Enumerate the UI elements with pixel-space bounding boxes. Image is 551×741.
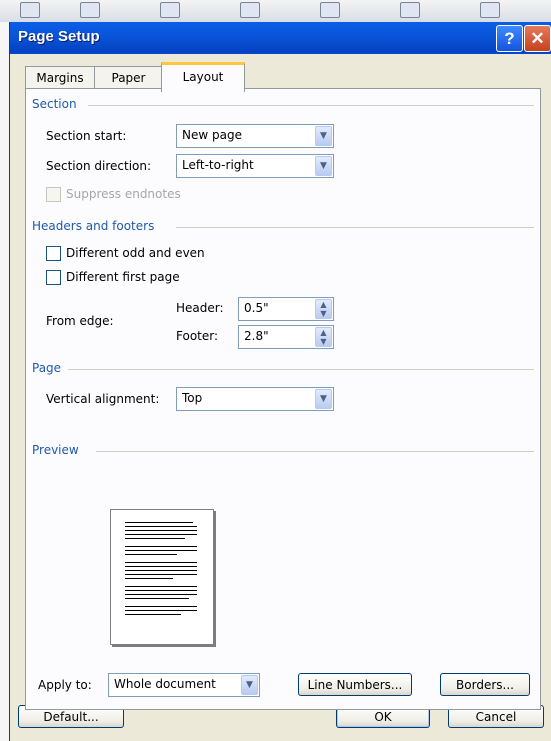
- borders-button[interactable]: Borders...: [440, 673, 530, 696]
- tab-layout[interactable]: Layout: [161, 62, 245, 92]
- suppress-endnotes-checkbox[interactable]: [46, 187, 61, 202]
- vertical-alignment-dropdown[interactable]: Top ▼: [176, 387, 334, 411]
- section-direction-label: Section direction:: [46, 159, 152, 173]
- header-distance-label: Header:: [176, 301, 224, 315]
- section-direction-value: Left-to-right: [182, 158, 254, 172]
- section-start-value: New page: [182, 128, 242, 142]
- line-numbers-button[interactable]: Line Numbers...: [298, 673, 412, 696]
- different-odd-even-checkbox[interactable]: [46, 246, 61, 261]
- help-button[interactable]: ?: [496, 25, 523, 52]
- toolbar-icon[interactable]: [320, 2, 340, 18]
- page-heading: Page: [32, 361, 62, 375]
- header-distance-spinner[interactable]: 0.5" ▲ ▼: [238, 297, 334, 321]
- different-odd-even-label: Different odd and even: [66, 246, 205, 260]
- footer-distance-value: 2.8": [244, 329, 269, 343]
- different-first-page-label: Different first page: [66, 270, 180, 284]
- header-distance-value: 0.5": [244, 301, 269, 315]
- chevron-down-icon[interactable]: ▼: [315, 126, 332, 146]
- divider: [96, 451, 534, 452]
- headers-footers-heading: Headers and footers: [32, 219, 155, 233]
- toolbar-icon[interactable]: [480, 2, 500, 18]
- preview-heading: Preview: [32, 443, 79, 457]
- vertical-alignment-label: Vertical alignment:: [46, 392, 160, 406]
- divider: [88, 105, 534, 106]
- spin-up-down-icon[interactable]: ▲ ▼: [315, 327, 332, 347]
- toolbar-icon[interactable]: [80, 2, 100, 18]
- chevron-down-icon[interactable]: ▼: [315, 156, 332, 176]
- suppress-endnotes-label: Suppress endnotes: [66, 187, 181, 201]
- from-edge-label: From edge:: [46, 314, 114, 328]
- toolbar-icon[interactable]: [20, 2, 40, 18]
- close-button[interactable]: ✕: [524, 25, 551, 52]
- section-direction-dropdown[interactable]: Left-to-right ▼: [176, 154, 334, 178]
- apply-to-dropdown[interactable]: Whole document ▼: [108, 673, 260, 697]
- toolbar-icon[interactable]: [400, 2, 420, 18]
- page-setup-dialog: Page Setup ? ✕ Margins Paper Layout Sect…: [9, 22, 551, 741]
- toolbar-icon[interactable]: [160, 2, 180, 18]
- chevron-down-icon[interactable]: ▼: [241, 675, 258, 695]
- tab-margins[interactable]: Margins: [25, 66, 95, 89]
- vertical-alignment-value: Top: [182, 391, 203, 405]
- dialog-title: Page Setup: [18, 28, 100, 45]
- divider: [176, 227, 534, 228]
- divider: [68, 369, 534, 370]
- spin-up-down-icon[interactable]: ▲ ▼: [315, 299, 332, 319]
- toolbar-icon[interactable]: [240, 2, 260, 18]
- section-start-label: Section start:: [46, 129, 127, 143]
- layout-tab-panel: Section Section start: New page ▼ Sectio…: [25, 88, 541, 710]
- chevron-down-icon[interactable]: ▼: [315, 389, 332, 409]
- apply-to-value: Whole document: [114, 677, 216, 691]
- tab-paper[interactable]: Paper: [94, 66, 163, 89]
- apply-to-label: Apply to:: [38, 678, 92, 692]
- page-preview: [110, 509, 214, 645]
- footer-distance-label: Footer:: [176, 329, 219, 343]
- title-bar[interactable]: Page Setup ? ✕: [10, 22, 551, 54]
- different-first-page-checkbox[interactable]: [46, 270, 61, 285]
- footer-distance-spinner[interactable]: 2.8" ▲ ▼: [238, 325, 334, 349]
- section-heading: Section: [32, 97, 77, 111]
- application-toolbar-strip: [0, 0, 551, 23]
- section-start-dropdown[interactable]: New page ▼: [176, 124, 334, 148]
